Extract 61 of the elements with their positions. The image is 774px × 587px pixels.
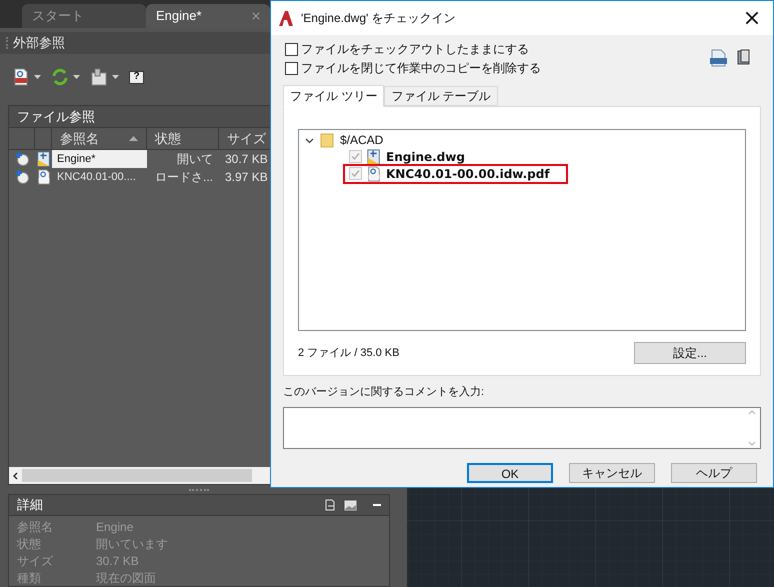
settings-button[interactable]: 設定... [634,342,746,364]
detail-value: 開いています [96,536,168,552]
grip-icon[interactable] [6,36,9,49]
panel-title: 詳細 [17,496,44,514]
option-label[interactable]: ファイルをチェックアウトしたままにする [301,40,529,58]
globe-plus-icon [15,170,29,184]
file-summary: 2 ファイル / 35.0 KB [298,346,400,361]
dialog-tab[interactable]: ファイル ツリー [283,85,384,107]
dialog-button[interactable]: OK [467,462,553,482]
detail-value: Engine [96,518,134,536]
detail-value: 現在の図面 [96,570,156,586]
tree-item[interactable]: KNC40.01-00.00.idw.pdf [386,164,550,182]
book-icon[interactable] [737,49,751,65]
detail-value: 30.7 KB [96,552,139,570]
reference-name[interactable]: KNC40.01-00.... [52,168,147,186]
scroll-left-icon[interactable] [13,472,18,480]
checkbox[interactable] [285,62,298,74]
close-icon[interactable] [745,11,759,25]
dialog-button[interactable]: キャンセル [569,462,655,482]
folder-icon [320,132,334,148]
attach-icon[interactable] [90,68,108,86]
pdf-file-icon [12,68,30,86]
help-button[interactable]: ? [129,70,144,84]
editor-tab[interactable]: Engine* [146,4,270,28]
checkbox[interactable] [285,42,298,56]
dwf-file-icon[interactable] [710,49,727,67]
detail-label: サイズ [17,552,54,570]
size-cell-text: 3.97 KB [224,169,269,186]
drawing-file-icon [36,151,52,168]
dialog-button[interactable]: ヘルプ [671,462,757,482]
scrollbar-thumb[interactable] [22,469,252,482]
detail-label: 種類 [17,570,42,586]
chevron-icon[interactable] [305,136,314,144]
dropdown-caret-icon[interactable] [34,75,41,80]
panel-title: ファイル参照 [17,108,95,126]
column-header[interactable]: 参照名 [52,128,147,150]
palette-title: 外部参照 [13,34,65,52]
splitter-grip-icon[interactable] [189,488,209,491]
globe-plus-icon [15,152,29,166]
dropdown-caret-icon[interactable] [112,75,119,80]
app-logo-icon [279,10,293,26]
comment-label: このバージョンに関するコメントを入力: [282,385,486,400]
detail-label: 状態 [17,536,42,552]
detail-label: 参照名 [17,518,54,536]
image-icon[interactable] [344,500,357,510]
pdf-file-icon [366,166,382,182]
tree-item[interactable]: Engine.dwg [386,148,465,166]
size-cell-text: 30.7 KB [224,151,269,168]
reference-name[interactable]: Engine* [52,150,147,168]
pdf-file-icon [36,169,52,186]
refresh-icon[interactable] [51,68,69,86]
tree-item[interactable]: $/ACAD [340,131,384,149]
dropdown-caret-icon[interactable] [73,75,80,80]
dialog-tab[interactable]: ファイル テーブル [384,86,498,106]
drawing-file-icon [366,148,382,164]
status-cell-text: ロードさ... [154,169,214,186]
option-label[interactable]: ファイルを閉じて作業中のコピーを削除する [301,59,541,77]
dialog-title: 'Engine.dwg' をチェックイン [301,10,457,27]
column-header[interactable]: 状態 [147,128,219,150]
document-icon[interactable] [324,499,336,511]
status-cell-text: 開いて [176,151,214,168]
